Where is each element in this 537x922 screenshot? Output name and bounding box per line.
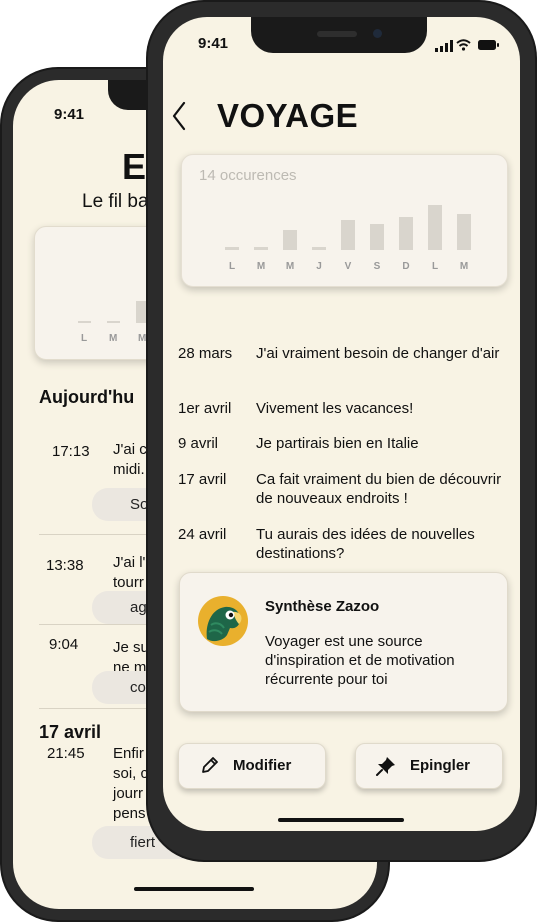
page-title: E bbox=[122, 146, 147, 187]
entry-time: 17:13 bbox=[52, 443, 90, 460]
chart-day-label: D bbox=[402, 261, 410, 272]
signal-icon bbox=[435, 40, 453, 52]
front-phone: 9:41 VOYAGE 14 occurences L M M J V S D L M 28 m… bbox=[146, 0, 537, 862]
occurrences-count: 14 occurences bbox=[199, 167, 297, 184]
entry-text: Enfir soi, c jourr pens bbox=[113, 744, 148, 824]
wifi-icon bbox=[456, 39, 471, 51]
chart-day-label: L bbox=[431, 261, 439, 272]
page-title: VOYAGE bbox=[217, 97, 359, 134]
entry-text: J'ai vraiment besoin de changer d'air bbox=[256, 345, 500, 362]
back-chevron-icon[interactable] bbox=[171, 101, 187, 131]
section-heading-date: 17 avril bbox=[39, 722, 102, 742]
status-time: 9:41 bbox=[198, 35, 229, 52]
entry-time: 9:04 bbox=[49, 636, 79, 653]
entry-date: 1er avril bbox=[178, 400, 232, 417]
entry-time: 13:38 bbox=[46, 557, 84, 574]
entry-text: Je partirais bien en Italie bbox=[256, 435, 419, 452]
entry-date: 24 avril bbox=[178, 526, 227, 543]
page-subtitle: Le fil ba bbox=[82, 191, 149, 212]
chart-day-label: M bbox=[109, 333, 118, 344]
chart-bar bbox=[78, 321, 91, 323]
chart-bar bbox=[254, 247, 268, 250]
chart-day-label: L bbox=[228, 261, 236, 272]
modify-button-label: Modifier bbox=[233, 757, 292, 774]
chart-bar bbox=[428, 205, 442, 250]
home-indicator[interactable] bbox=[134, 887, 254, 891]
chart-day-label: S bbox=[373, 261, 381, 272]
chart-bar bbox=[283, 230, 297, 250]
entry-date: 17 avril bbox=[178, 471, 227, 488]
pencil-icon bbox=[202, 757, 218, 773]
entry-text: Ca fait vraiment du bien de découvrir de… bbox=[256, 471, 502, 507]
entry-text-content: J'ai l' tourr bbox=[113, 554, 146, 591]
chart-bar bbox=[225, 247, 239, 250]
notch bbox=[251, 17, 427, 53]
home-indicator[interactable] bbox=[278, 818, 404, 822]
modify-button[interactable]: Modifier bbox=[178, 743, 326, 789]
pin-icon bbox=[376, 757, 395, 776]
status-time: 9:41 bbox=[54, 106, 85, 123]
section-heading-today: Aujourd'hu bbox=[39, 387, 135, 407]
parrot-icon bbox=[198, 596, 248, 646]
chart-bar bbox=[399, 217, 413, 250]
chart-bar bbox=[107, 321, 120, 323]
entry-text-content: Enfir soi, c jourr pens bbox=[113, 745, 149, 822]
chart-day-label: V bbox=[344, 261, 352, 272]
weekly-chart-card: 14 occurences L M M J V S D L M bbox=[181, 154, 508, 287]
front-phone-screen: 9:41 VOYAGE 14 occurences L M M J V S D L M 28 m… bbox=[163, 17, 520, 831]
chart-day-label: L bbox=[81, 333, 88, 344]
battery-icon bbox=[478, 40, 499, 50]
camera-icon bbox=[373, 29, 382, 38]
entry-text: J'ai l' tourr bbox=[113, 553, 145, 593]
entry-text-content: J'ai c midi. bbox=[113, 441, 147, 478]
chart-bar bbox=[312, 247, 326, 250]
entry-date: 28 mars bbox=[178, 345, 233, 362]
pin-button[interactable]: Epingler bbox=[355, 743, 503, 789]
chart-day-label: J bbox=[316, 261, 322, 272]
chart-bar bbox=[341, 220, 355, 250]
chart-day-label: M bbox=[459, 261, 469, 272]
pin-button-label: Epingler bbox=[410, 757, 471, 774]
chart-day-label: M bbox=[285, 261, 295, 272]
chart-bar bbox=[370, 224, 384, 250]
synthesis-card: Synthèse Zazoo Voyager est une source d'… bbox=[179, 572, 508, 712]
chart-bar bbox=[457, 214, 471, 250]
entry-text: Vivement les vacances! bbox=[256, 400, 414, 417]
entry-time: 21:45 bbox=[47, 745, 85, 762]
synthesis-title: Synthèse Zazoo bbox=[265, 598, 380, 615]
entry-date: 9 avril bbox=[178, 435, 219, 452]
speaker bbox=[317, 31, 357, 37]
chart-day-label: M bbox=[256, 261, 266, 272]
entry-text: J'ai c midi. bbox=[113, 440, 147, 480]
synthesis-text: Voyager est une source d'inspiration et … bbox=[265, 633, 455, 688]
entry-text: Tu aurais des idées de nouvelles destina… bbox=[256, 526, 475, 562]
